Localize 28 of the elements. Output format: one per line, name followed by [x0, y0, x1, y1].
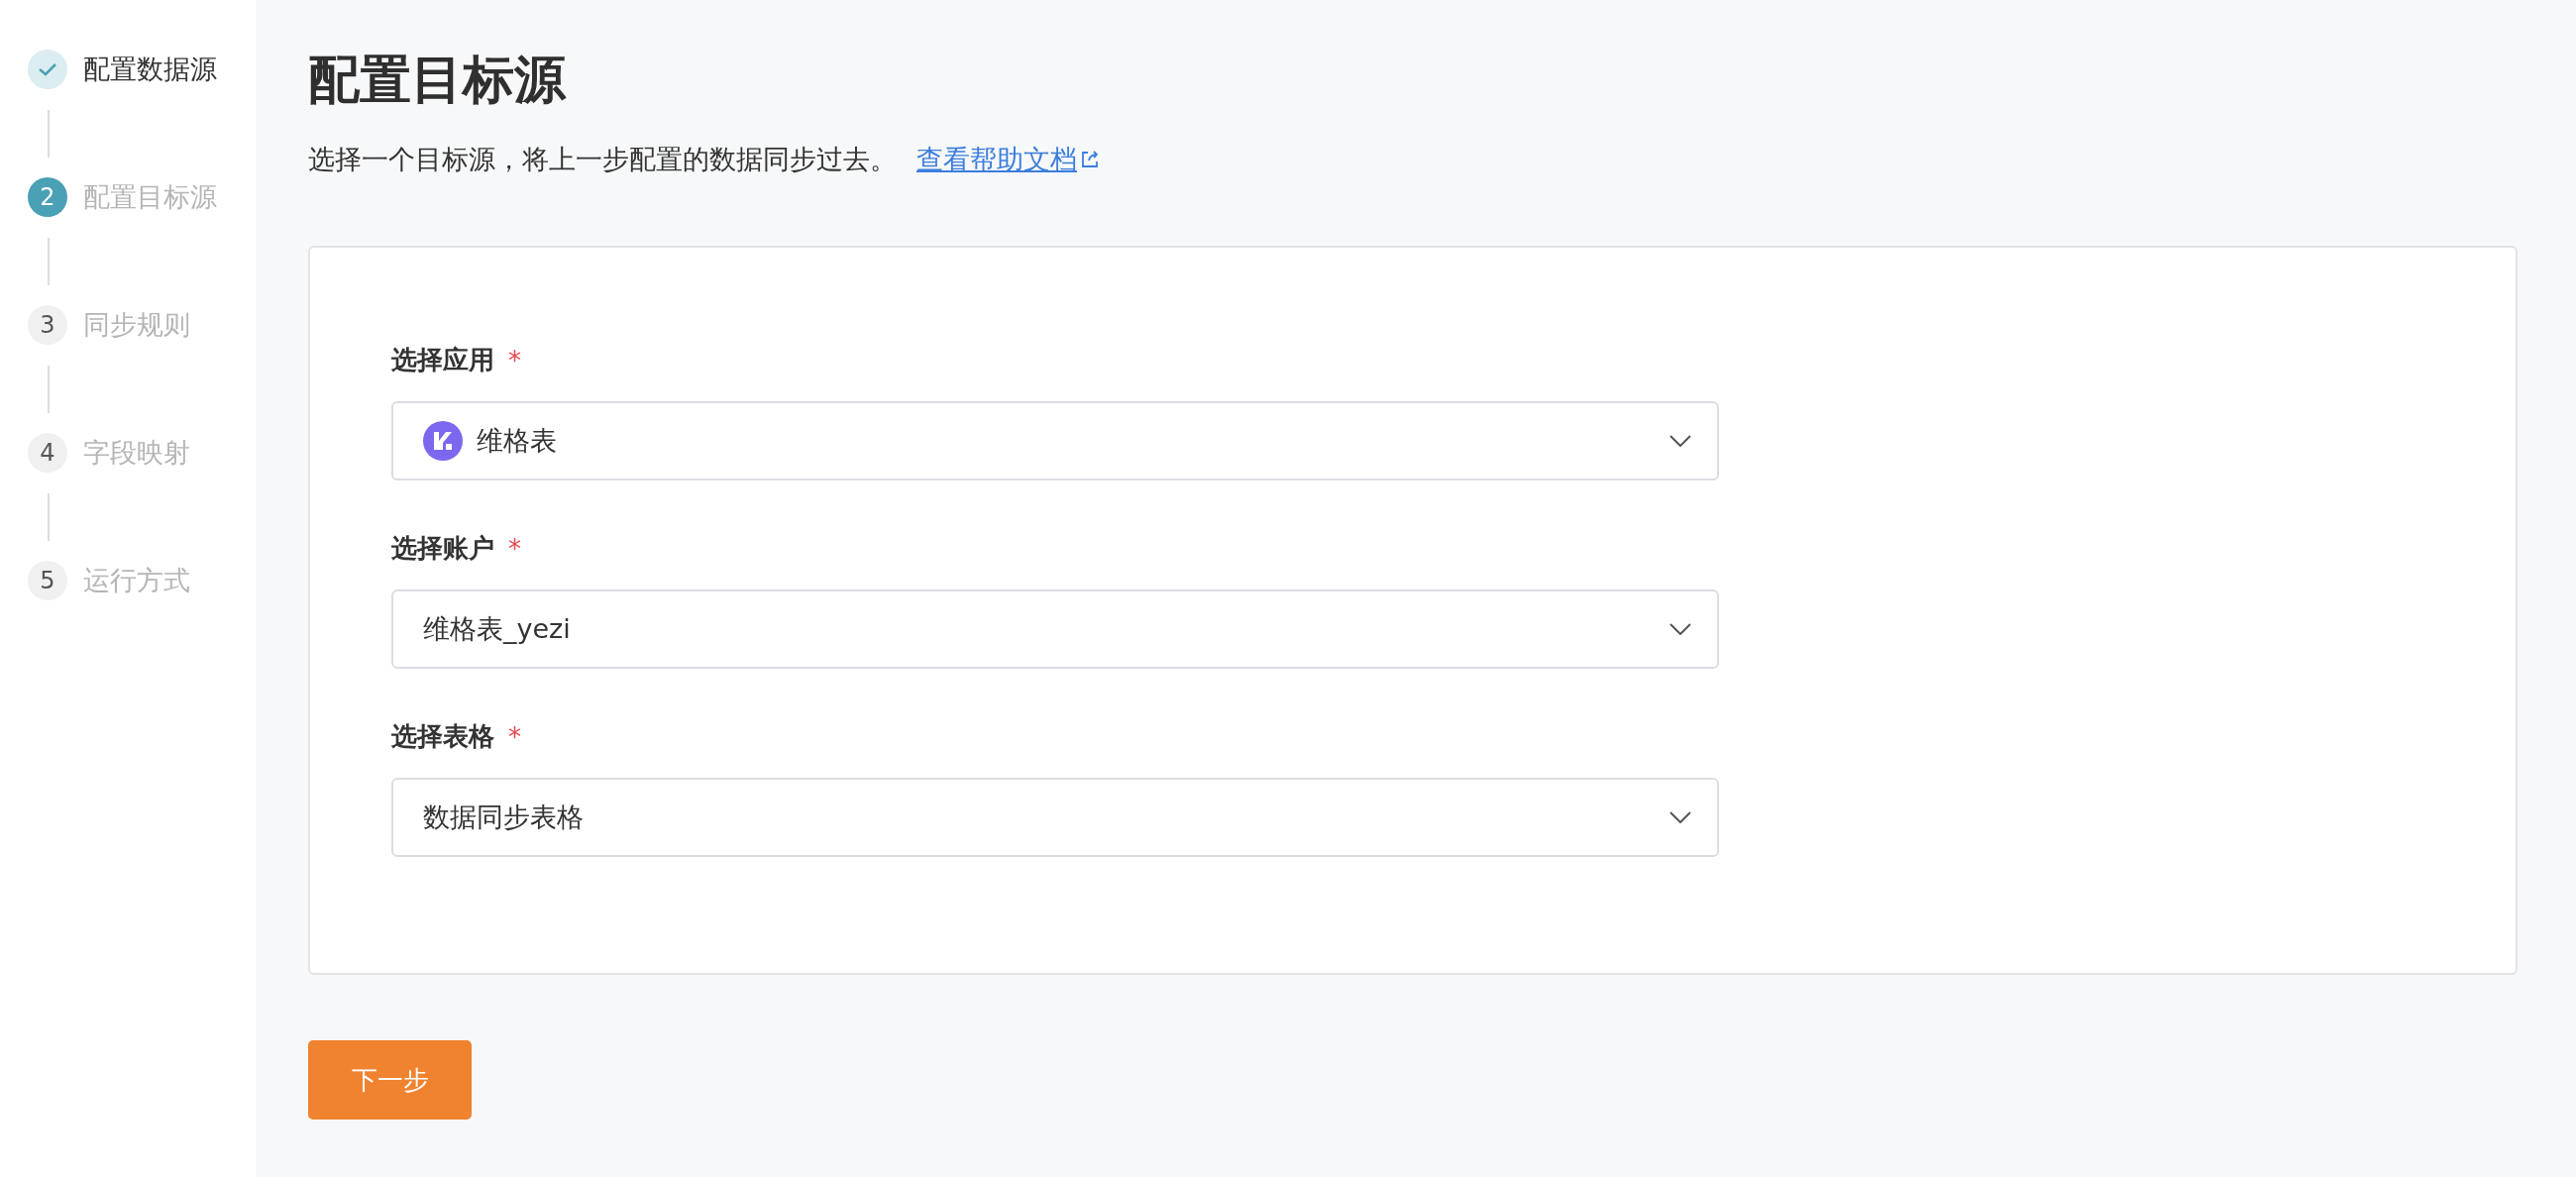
step-label[interactable]: 运行方式 [83, 563, 190, 598]
select-dropdown[interactable]: 数据同步表格 [391, 778, 1719, 857]
help-link[interactable]: 查看帮助文档 [916, 142, 1101, 177]
step-number: 3 [28, 305, 67, 345]
required-mark: * [508, 533, 521, 564]
step-number: 4 [28, 433, 67, 473]
select-dropdown[interactable]: 维格表_yezi [391, 589, 1719, 669]
step-label[interactable]: 配置目标源 [83, 179, 217, 215]
step-label[interactable]: 字段映射 [83, 435, 190, 471]
page-title: 配置目标源 [308, 50, 568, 109]
chevron-down-icon [1669, 623, 1691, 635]
step-label[interactable]: 同步规则 [83, 307, 190, 343]
external-link-icon [1079, 149, 1101, 170]
required-mark: * [508, 721, 521, 752]
field-label: 选择应用 [391, 344, 494, 376]
select-dropdown[interactable]: 维格表 [391, 401, 1719, 481]
field-label: 选择表格 [391, 720, 494, 753]
step-number: 5 [28, 561, 67, 600]
required-mark: * [508, 345, 521, 375]
step-label[interactable]: 配置数据源 [83, 52, 217, 87]
step-number: 2 [28, 177, 67, 217]
chevron-down-icon [1669, 435, 1691, 447]
step-done-icon [28, 50, 67, 89]
field-label: 选择账户 [391, 532, 494, 565]
next-step-button[interactable]: 下一步 [308, 1040, 472, 1120]
chevron-down-icon [1669, 811, 1691, 823]
app-logo-icon [423, 421, 463, 461]
page-description: 选择一个目标源，将上一步配置的数据同步过去。 [308, 143, 897, 176]
